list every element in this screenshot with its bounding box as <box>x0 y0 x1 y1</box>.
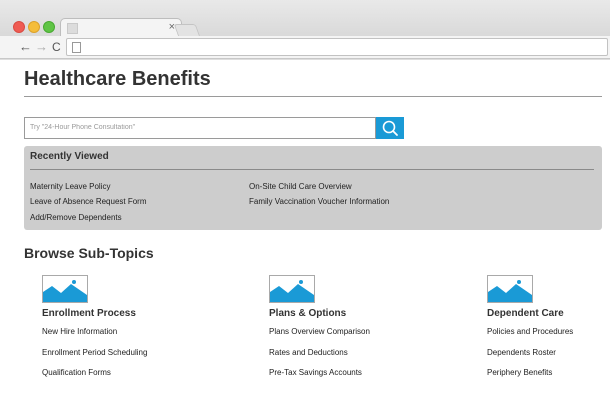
link-rates-and-deductions[interactable]: Rates and Deductions <box>269 348 348 357</box>
category-title-enrollment-process[interactable]: Enrollment Process <box>42 308 136 319</box>
browse-subtopics-title: Browse Sub-Topics <box>24 245 154 261</box>
link-new-hire-information[interactable]: New Hire Information <box>42 327 117 336</box>
close-window-button[interactable] <box>13 21 25 33</box>
search-icon <box>382 120 398 136</box>
link-periphery-benefits[interactable]: Periphery Benefits <box>487 368 552 377</box>
browser-tab[interactable]: × <box>60 18 182 37</box>
link-enrollment-period-scheduling[interactable]: Enrollment Period Scheduling <box>42 348 147 357</box>
recently-viewed-panel: Recently Viewed Maternity Leave Policy L… <box>24 146 602 230</box>
link-plans-overview-comparison[interactable]: Plans Overview Comparison <box>269 327 370 336</box>
recent-link-add-remove-dependents[interactable]: Add/Remove Dependents <box>30 213 122 222</box>
link-pre-tax-savings-accounts[interactable]: Pre-Tax Savings Accounts <box>269 368 362 377</box>
category-title-dependent-care[interactable]: Dependent Care <box>487 308 564 319</box>
zoom-window-button[interactable] <box>43 21 55 33</box>
recently-viewed-divider <box>30 169 594 170</box>
recent-link-maternity-leave-policy[interactable]: Maternity Leave Policy <box>30 182 110 191</box>
minimize-window-button[interactable] <box>28 21 40 33</box>
search-input[interactable] <box>24 117 376 139</box>
link-qualification-forms[interactable]: Qualification Forms <box>42 368 111 377</box>
back-arrow-icon[interactable]: ← <box>19 39 32 55</box>
reload-icon[interactable]: C <box>52 39 61 55</box>
title-divider <box>24 96 602 97</box>
recently-viewed-title: Recently Viewed <box>30 151 109 162</box>
tab-bar: × <box>0 0 610 37</box>
link-dependents-roster[interactable]: Dependents Roster <box>487 348 556 357</box>
recent-link-vaccination-voucher[interactable]: Family Vaccination Voucher Information <box>249 197 389 206</box>
search-button[interactable] <box>376 117 404 139</box>
address-bar[interactable] <box>66 38 608 56</box>
browser-toolbar: ← → C <box>0 36 610 59</box>
favicon-icon <box>67 23 78 34</box>
forward-arrow-icon[interactable]: → <box>35 39 48 55</box>
page-title: Healthcare Benefits <box>24 68 211 90</box>
recent-link-leave-of-absence-form[interactable]: Leave of Absence Request Form <box>30 197 147 206</box>
category-title-plans-options[interactable]: Plans & Options <box>269 308 346 319</box>
image-placeholder-icon <box>487 275 533 303</box>
link-policies-and-procedures[interactable]: Policies and Procedures <box>487 327 573 336</box>
recent-link-child-care-overview[interactable]: On-Site Child Care Overview <box>249 182 352 191</box>
image-placeholder-icon <box>42 275 88 303</box>
page-icon <box>72 42 81 53</box>
image-placeholder-icon <box>269 275 315 303</box>
